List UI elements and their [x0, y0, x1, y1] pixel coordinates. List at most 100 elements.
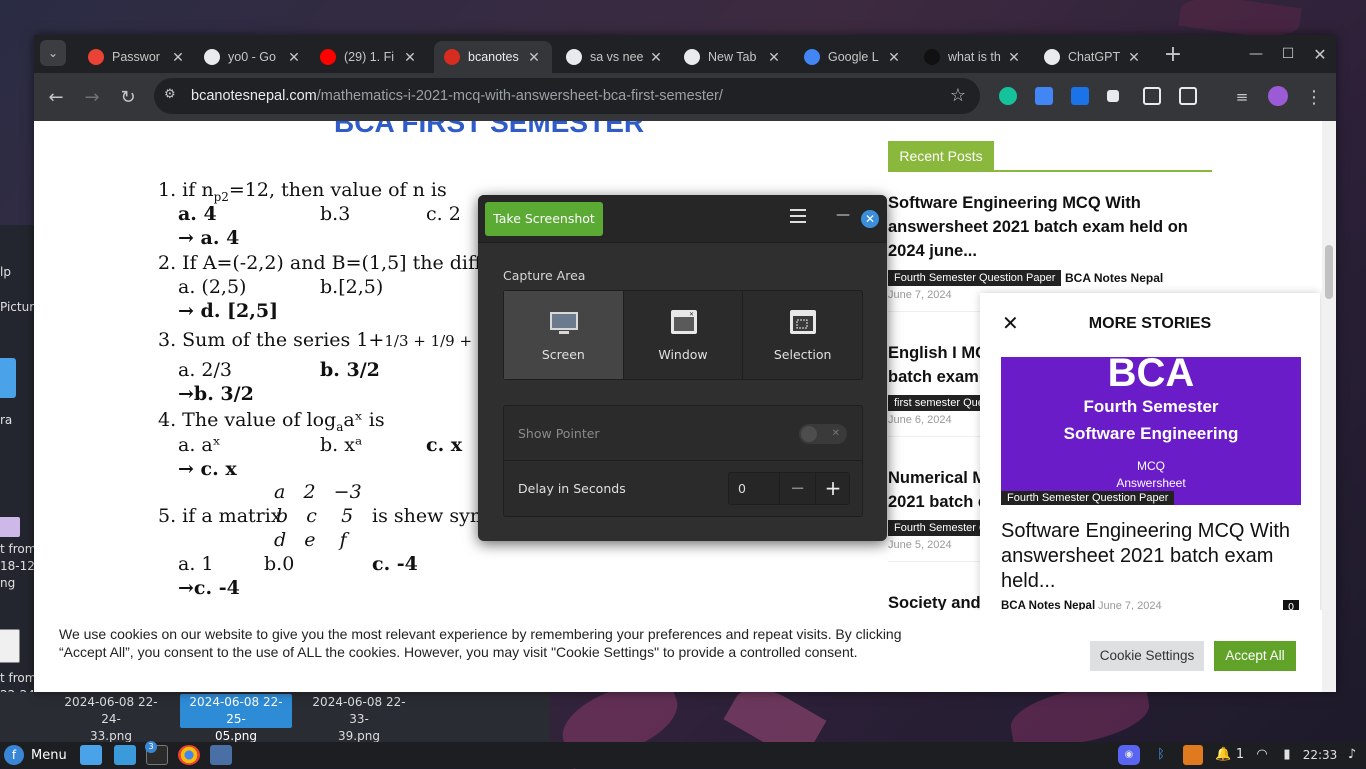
notification-bell-icon[interactable]: 🔔 [1215, 745, 1231, 765]
terminal-icon[interactable]: 3 [145, 741, 168, 765]
increase-delay-button[interactable]: + [815, 473, 850, 504]
start-menu-button[interactable]: f Menu [4, 744, 67, 766]
post-category-badge[interactable]: Fourth Semester Q [888, 520, 994, 536]
clock[interactable]: 22:33 [1302, 745, 1338, 765]
site-info-icon[interactable]: ⚙ [164, 87, 180, 103]
post-title-link[interactable]: English I MC batch exam [888, 341, 987, 389]
wifi-icon[interactable]: ◠ [1253, 745, 1271, 765]
option-label: Window [658, 347, 708, 362]
security-shield-icon[interactable] [1183, 745, 1203, 765]
file-label: 18-12 [0, 559, 35, 573]
question-answer: → c. x [178, 458, 237, 480]
story-title-link[interactable]: Software Engineering MCQ With answershee… [1001, 519, 1306, 594]
tab-google-lens[interactable]: Google L ✕ [794, 41, 912, 73]
story-category-badge[interactable]: Fourth Semester Question Paper [1001, 491, 1175, 505]
translate-extension-icon[interactable] [1035, 87, 1053, 105]
menu-label: Menu [31, 747, 67, 763]
url-host: bcanotesnepal.com [191, 88, 317, 104]
close-dialog-button[interactable]: ✕ [861, 210, 879, 228]
capture-window-option[interactable]: ✕ Window [624, 291, 744, 379]
menu-kebab-icon[interactable]: ⋮ [1300, 83, 1328, 111]
delay-row: Delay in Seconds 0 − + [504, 461, 862, 516]
tab-close-icon[interactable]: ✕ [526, 49, 542, 66]
minimize-window-button[interactable]: — [1242, 40, 1270, 68]
new-tab-button[interactable]: + [1159, 40, 1187, 68]
tab-search-button[interactable]: ⌄ [40, 40, 66, 66]
decrease-delay-button[interactable]: − [779, 473, 815, 504]
tab-close-icon[interactable]: ✕ [648, 49, 664, 66]
address-bar[interactable]: ⚙ bcanotesnepal.com/mathematics-i-2021-m… [154, 78, 980, 114]
extension-icon[interactable] [1071, 87, 1089, 105]
take-screenshot-button[interactable]: Take Screenshot [485, 202, 603, 236]
music-note-icon[interactable]: ♪ [1344, 745, 1360, 765]
delay-value[interactable]: 0 [738, 473, 746, 504]
hamburger-menu-icon[interactable] [790, 209, 806, 223]
minimize-dialog-button[interactable]: — [836, 207, 850, 223]
capture-selection-option[interactable]: Selection [743, 291, 862, 379]
screenshot-app-icon[interactable] [210, 745, 232, 765]
file-item-selected[interactable]: 2024-06-08 22-25- 05.png [180, 694, 292, 743]
grammarly-extension-icon[interactable] [999, 87, 1017, 105]
file-name: 2024-06-08 22-24- [64, 695, 158, 726]
selection-icon [790, 310, 817, 334]
url-path: /mathematics-i-2021-mcq-with-answersheet… [316, 88, 723, 104]
story-thumbnail[interactable]: BCA Fourth Semester Software Engineering … [1001, 357, 1301, 505]
cookie-settings-button[interactable]: Cookie Settings [1090, 641, 1204, 671]
tab-youtube[interactable]: (29) 1. Fi ✕ [310, 41, 428, 73]
tab-google[interactable]: yo0 - Go ✕ [194, 41, 312, 73]
sidebar-label: ra [0, 413, 13, 427]
capture-screen-option[interactable]: Screen [504, 291, 624, 379]
post-title-link[interactable]: Software Engineering MCQ With answershee… [888, 191, 1208, 263]
file-item[interactable]: 2024-06-08 22-33- 39.png [303, 694, 415, 743]
image-thumbnail-icon[interactable] [0, 629, 20, 663]
tab-close-icon[interactable]: ✕ [766, 49, 782, 66]
extension-icon[interactable] [1143, 87, 1161, 105]
image-thumbnail-icon[interactable] [0, 517, 20, 537]
tab-close-icon[interactable]: ✕ [286, 49, 302, 66]
page-scrollbar[interactable] [1322, 121, 1336, 692]
accept-all-button[interactable]: Accept All [1214, 641, 1296, 671]
battery-icon[interactable]: ▮ [1280, 745, 1294, 765]
post-category-badge[interactable]: Fourth Semester Question Paper [888, 270, 1062, 286]
tab-close-icon[interactable]: ✕ [1126, 49, 1142, 66]
profile-avatar[interactable] [1268, 86, 1288, 106]
folder-icon[interactable] [0, 358, 16, 398]
tab-gmail[interactable]: Passwor ✕ [78, 41, 196, 73]
close-icon[interactable]: ✕ [1002, 311, 1019, 335]
tab-google[interactable]: sa vs nee ✕ [556, 41, 674, 73]
question-answer: → d. [2,5] [178, 300, 279, 322]
tab-close-icon[interactable]: ✕ [886, 49, 902, 66]
tab-bca[interactable]: bcanotes ✕ [434, 41, 552, 73]
back-button[interactable]: ← [42, 83, 70, 111]
bluetooth-icon[interactable]: ᛒ [1152, 745, 1170, 765]
files-icon[interactable] [114, 745, 136, 765]
tab-chatgpt[interactable]: ChatGPT ✕ [1034, 41, 1152, 73]
scrollbar-thumb[interactable] [1325, 245, 1333, 299]
tab-bold-b[interactable]: what is th ✕ [914, 41, 1032, 73]
tab-close-icon[interactable]: ✕ [1006, 49, 1022, 66]
extension-icon[interactable] [1107, 90, 1119, 102]
media-control-icon[interactable]: ≡ [1228, 83, 1256, 111]
tab-close-icon[interactable]: ✕ [402, 49, 418, 66]
show-desktop-icon[interactable] [80, 745, 102, 765]
extensions-puzzle-icon[interactable] [1179, 87, 1197, 105]
tab-close-icon[interactable]: ✕ [170, 49, 186, 66]
file-label: t from [0, 671, 37, 685]
forward-button[interactable]: → [78, 83, 106, 111]
post-title-link[interactable]: Numerical M 2021 batch e [888, 466, 987, 514]
chrome-icon[interactable] [178, 745, 200, 765]
delay-spinbutton[interactable]: 0 − + [728, 472, 850, 505]
reload-button[interactable]: ↻ [114, 83, 142, 111]
bookmark-star-icon[interactable]: ☆ [950, 85, 966, 106]
file-item[interactable]: 2024-06-08 22-24- 33.png [55, 694, 167, 743]
tab-chrome[interactable]: New Tab ✕ [674, 41, 792, 73]
close-window-button[interactable]: ✕ [1306, 40, 1334, 68]
discord-icon[interactable]: ◉ [1118, 745, 1140, 765]
question-options: a. 1 b.0 c. -4 [178, 553, 418, 575]
show-pointer-toggle[interactable]: ✕ [799, 424, 847, 444]
tab-title: sa vs nee [590, 50, 644, 64]
post-category-badge[interactable]: first semester Que [888, 395, 990, 411]
maximize-window-button[interactable]: ☐ [1274, 40, 1302, 68]
post-author[interactable]: BCA Notes Nepal [1065, 271, 1163, 285]
tab-title: Google L [828, 50, 879, 64]
